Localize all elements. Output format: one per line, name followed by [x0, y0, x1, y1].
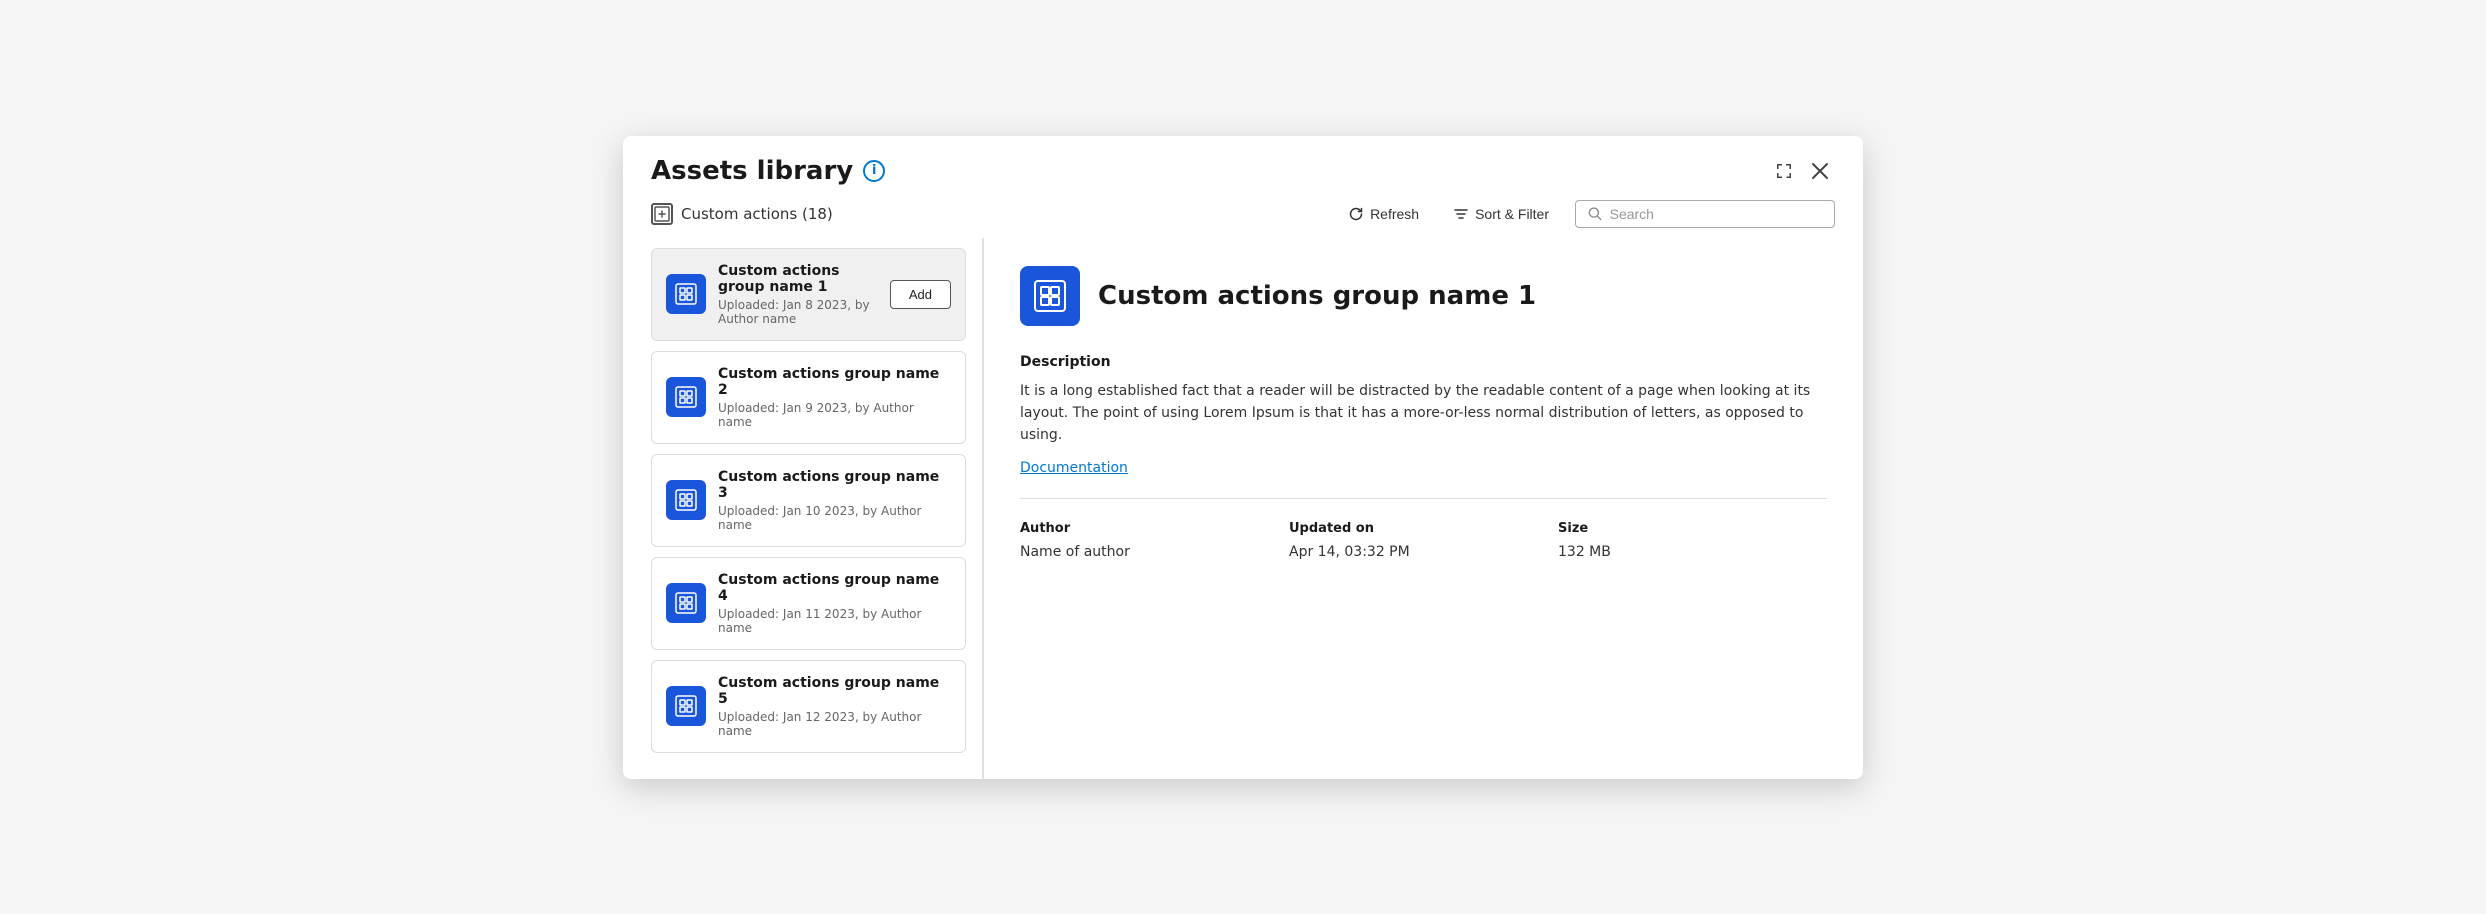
size-value: 132 MB: [1558, 544, 1827, 560]
list-item-meta: Uploaded: Jan 12 2023, by Author name: [718, 710, 951, 738]
close-button[interactable]: [1805, 156, 1835, 186]
list-item-meta: Uploaded: Jan 10 2023, by Author name: [718, 504, 951, 532]
list-item-text: Custom actions group name 1 Uploaded: Ja…: [718, 263, 878, 326]
detail-divider: [1020, 498, 1827, 499]
main-content: Custom actions group name 1 Uploaded: Ja…: [623, 238, 1863, 779]
toolbar: Custom actions (18) Refresh Sort & Filte…: [623, 186, 1863, 238]
refresh-label: Refresh: [1370, 206, 1419, 222]
list-item-name: Custom actions group name 2: [718, 366, 951, 398]
expand-button[interactable]: [1769, 156, 1799, 186]
size-label: Size: [1558, 521, 1827, 536]
modal-header: Assets library i: [623, 136, 1863, 186]
list-item[interactable]: Custom actions group name 5 Uploaded: Ja…: [651, 660, 966, 753]
size-col: Size 132 MB: [1558, 521, 1827, 560]
list-item-meta: Uploaded: Jan 11 2023, by Author name: [718, 607, 951, 635]
list-panel: Custom actions group name 1 Uploaded: Ja…: [623, 238, 983, 779]
list-item[interactable]: Custom actions group name 2 Uploaded: Ja…: [651, 351, 966, 444]
list-item-icon: [666, 583, 706, 623]
detail-meta-grid: Author Name of author Updated on Apr 14,…: [1020, 521, 1827, 560]
list-item-name: Custom actions group name 4: [718, 572, 951, 604]
detail-icon: [1020, 266, 1080, 326]
list-item[interactable]: Custom actions group name 3 Uploaded: Ja…: [651, 454, 966, 547]
sort-filter-label: Sort & Filter: [1475, 206, 1549, 222]
author-label: Author: [1020, 521, 1289, 536]
description-label: Description: [1020, 354, 1827, 370]
list-item-text: Custom actions group name 4 Uploaded: Ja…: [718, 572, 951, 635]
updated-label: Updated on: [1289, 521, 1558, 536]
toolbar-right: Refresh Sort & Filter: [1340, 200, 1835, 228]
search-icon: [1588, 206, 1602, 221]
toolbar-left: Custom actions (18): [651, 203, 833, 225]
list-item-name: Custom actions group name 5: [718, 675, 951, 707]
search-input[interactable]: [1610, 206, 1822, 222]
search-box[interactable]: [1575, 200, 1835, 228]
custom-actions-icon: [651, 203, 673, 225]
list-item-meta: Uploaded: Jan 9 2023, by Author name: [718, 401, 951, 429]
list-item-icon: [666, 274, 706, 314]
list-item-icon: [666, 377, 706, 417]
add-button[interactable]: Add: [890, 280, 951, 309]
list-item-name: Custom actions group name 1: [718, 263, 878, 295]
description-text: It is a long established fact that a rea…: [1020, 380, 1827, 447]
list-item-text: Custom actions group name 5 Uploaded: Ja…: [718, 675, 951, 738]
sort-filter-button[interactable]: Sort & Filter: [1445, 201, 1557, 227]
info-icon[interactable]: i: [863, 160, 885, 182]
list-item-text: Custom actions group name 2 Uploaded: Ja…: [718, 366, 951, 429]
modal-title-area: Assets library i: [651, 156, 885, 186]
author-col: Author Name of author: [1020, 521, 1289, 560]
modal-controls: [1769, 156, 1835, 186]
updated-value: Apr 14, 03:32 PM: [1289, 544, 1558, 560]
detail-title: Custom actions group name 1: [1098, 281, 1536, 311]
list-item[interactable]: Custom actions group name 4 Uploaded: Ja…: [651, 557, 966, 650]
list-item-meta: Uploaded: Jan 8 2023, by Author name: [718, 298, 878, 326]
list-item-name: Custom actions group name 3: [718, 469, 951, 501]
updated-col: Updated on Apr 14, 03:32 PM: [1289, 521, 1558, 560]
list-item[interactable]: Custom actions group name 1 Uploaded: Ja…: [651, 248, 966, 341]
detail-panel: Custom actions group name 1 Description …: [984, 238, 1863, 779]
detail-header: Custom actions group name 1: [1020, 266, 1827, 326]
modal-title: Assets library: [651, 156, 853, 186]
documentation-link[interactable]: Documentation: [1020, 460, 1128, 476]
list-item-icon: [666, 480, 706, 520]
list-item-text: Custom actions group name 3 Uploaded: Ja…: [718, 469, 951, 532]
refresh-button[interactable]: Refresh: [1340, 201, 1427, 227]
author-value: Name of author: [1020, 544, 1289, 560]
list-item-icon: [666, 686, 706, 726]
section-label: Custom actions (18): [681, 205, 833, 223]
assets-library-modal: Assets library i C: [623, 136, 1863, 779]
